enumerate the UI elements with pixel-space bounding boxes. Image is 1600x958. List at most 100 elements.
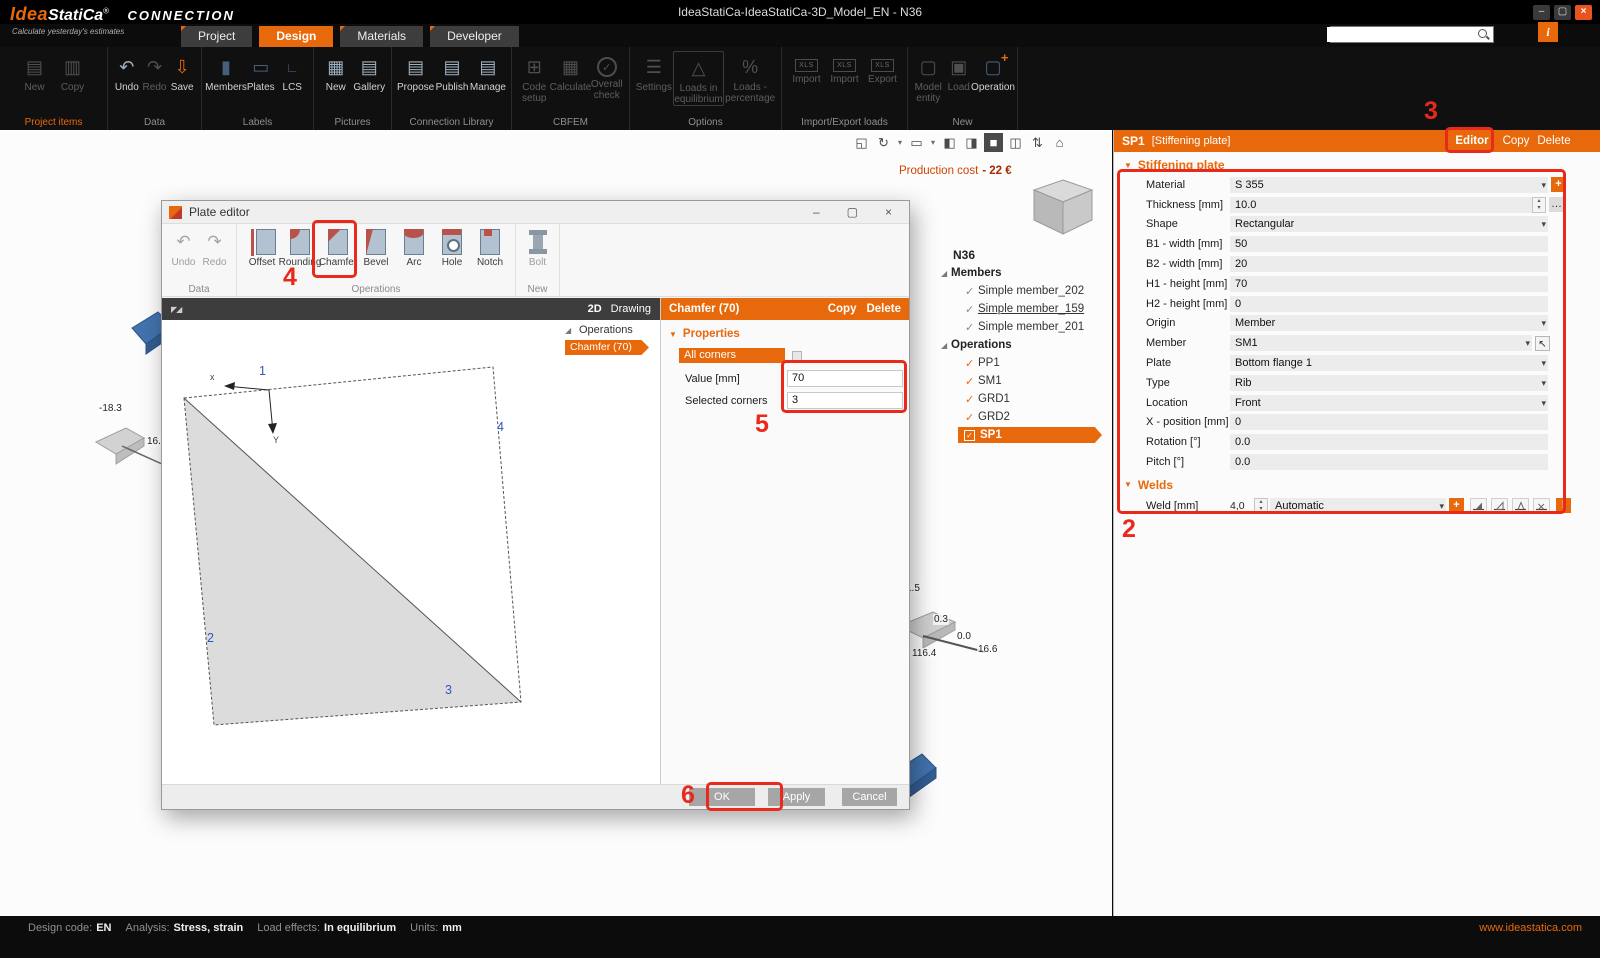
rotate-dropdown-icon[interactable]: ▾: [896, 133, 904, 152]
check-icon[interactable]: ✓: [965, 375, 978, 388]
info-icon[interactable]: i: [1538, 22, 1558, 42]
notch-button[interactable]: Notch: [471, 227, 509, 268]
check-icon[interactable]: ✓: [965, 321, 978, 334]
weld-size-stepper[interactable]: ▴▾: [1254, 498, 1268, 514]
dialog-title-bar[interactable]: Plate editor – ▢ ×: [162, 201, 909, 224]
editor-button[interactable]: Editor: [1450, 130, 1494, 152]
b2-width-input[interactable]: 20: [1230, 256, 1548, 272]
operation-button[interactable]: ▢+ Operation: [974, 51, 1012, 93]
delete-operation-button[interactable]: Delete: [1534, 130, 1574, 152]
type-select[interactable]: Rib▾: [1230, 375, 1548, 391]
loads-in-equilibrium-button[interactable]: △ Loads in equilibrium: [673, 51, 725, 106]
selected-corners-input[interactable]: 3: [787, 392, 903, 409]
add-weld-button[interactable]: +: [1449, 498, 1464, 513]
chamfer-button[interactable]: Chamfer: [319, 227, 357, 268]
new-picture-button[interactable]: ▦ New: [319, 51, 353, 93]
tree-root[interactable]: N36: [938, 246, 1110, 264]
view-cube[interactable]: [1026, 176, 1100, 240]
tab-design[interactable]: Design: [259, 26, 333, 47]
check-icon[interactable]: ✓: [965, 303, 978, 316]
stepper-up-icon[interactable]: ▴: [1255, 499, 1267, 506]
check-icon[interactable]: ✓: [965, 393, 978, 406]
loads-percentage-button[interactable]: % Loads - percentage: [724, 51, 776, 104]
tab-materials[interactable]: Materials: [340, 26, 423, 47]
stepper-down-icon[interactable]: ▾: [1533, 205, 1545, 212]
material-select[interactable]: S 355▾: [1230, 177, 1548, 193]
corner-number[interactable]: 2: [207, 631, 214, 645]
tree-item-sp1-selected[interactable]: ✓ SP1: [938, 426, 1110, 444]
all-corners-checkbox[interactable]: [792, 351, 802, 361]
model-entity-button[interactable]: ▢ Model entity: [913, 51, 944, 104]
x-position-input[interactable]: 0: [1230, 414, 1548, 430]
expander-icon[interactable]: ◢: [565, 326, 575, 335]
load-button[interactable]: ▣ Load: [944, 51, 975, 93]
dialog-maximize-icon[interactable]: ▢: [847, 205, 858, 219]
fullscreen-icon[interactable]: ◱: [852, 133, 871, 152]
mini-tree-chamfer-selected[interactable]: Chamfer (70): [565, 340, 649, 355]
weld-warning-icon[interactable]: !: [1556, 498, 1571, 513]
check-icon[interactable]: ✓: [965, 285, 978, 298]
tree-item-operation[interactable]: ✓ GRD2: [938, 408, 1110, 426]
chevron-down-icon[interactable]: ▾: [1541, 355, 1546, 371]
double-weld-icon[interactable]: [1533, 498, 1550, 513]
chamfer-value-input[interactable]: 70: [787, 370, 903, 387]
all-corners-label[interactable]: All corners: [679, 348, 785, 363]
chevron-down-icon[interactable]: ▾: [1541, 216, 1546, 232]
section-collapse-icon[interactable]: ▼: [1124, 161, 1132, 170]
chevron-down-icon[interactable]: ▾: [1525, 335, 1530, 351]
code-setup-button[interactable]: ⊞ Code setup: [517, 51, 552, 104]
expander-icon[interactable]: ◢: [941, 269, 951, 278]
expander-icon[interactable]: ◢: [941, 341, 951, 350]
maximize-icon[interactable]: ▢: [1554, 5, 1571, 20]
plate-select[interactable]: Bottom flange 1▾: [1230, 355, 1548, 371]
location-select[interactable]: Front▾: [1230, 395, 1548, 411]
xls-export-button[interactable]: XLS Export: [864, 51, 902, 85]
add-material-button[interactable]: +: [1551, 177, 1566, 192]
check-icon[interactable]: ✓: [965, 357, 978, 370]
fillet-weld-icon[interactable]: [1491, 498, 1508, 513]
mini-tree-operations[interactable]: ◢ Operations: [565, 324, 649, 336]
thickness-input[interactable]: 10.0: [1230, 197, 1532, 213]
h2-height-input[interactable]: 0: [1230, 296, 1548, 312]
copy-project-item-button[interactable]: ▥ Copy: [54, 51, 92, 93]
selected-item-banner[interactable]: ✓ SP1: [958, 427, 1102, 443]
tab-developer[interactable]: Developer: [430, 26, 519, 47]
selection-rect-icon[interactable]: ▭: [907, 133, 926, 152]
dialog-redo-button[interactable]: ↷ Redo: [199, 227, 230, 268]
tree-item-operation[interactable]: ✓ PP1: [938, 354, 1110, 372]
weld-size-value[interactable]: 4,0: [1230, 500, 1254, 512]
chevron-down-icon[interactable]: ▾: [1541, 395, 1546, 411]
dialog-close-icon[interactable]: ×: [885, 205, 892, 219]
manage-button[interactable]: ▤ Manage: [470, 51, 506, 93]
shape-select[interactable]: Rectangular▾: [1230, 216, 1548, 232]
check-icon[interactable]: ✓: [964, 430, 975, 441]
website-link[interactable]: www.ideastatica.com: [1479, 922, 1582, 934]
ok-button[interactable]: OK: [689, 788, 755, 806]
rotate-view-icon[interactable]: ↻: [874, 133, 893, 152]
section-stiffening-plate[interactable]: ▼ Stiffening plate: [1114, 152, 1600, 175]
tree-item-member[interactable]: ✓ Simple member_159: [938, 300, 1110, 318]
stepper-up-icon[interactable]: ▴: [1533, 198, 1545, 205]
origin-select[interactable]: Member▾: [1230, 315, 1548, 331]
close-icon[interactable]: ×: [1575, 5, 1592, 20]
lcs-button[interactable]: ∟ LCS: [277, 51, 309, 93]
view-side-icon[interactable]: ◨: [962, 133, 981, 152]
bolt-button[interactable]: Bolt: [522, 227, 553, 268]
fit-view-icon[interactable]: ⇅: [1028, 133, 1047, 152]
view-front-icon[interactable]: ◧: [940, 133, 959, 152]
redo-button[interactable]: ↷ Redo: [141, 51, 169, 93]
tree-item-operation[interactable]: ✓ SM1: [938, 372, 1110, 390]
plate-canvas[interactable]: 1 2 3 4 x Y ◢ Operations Chamfer (70): [162, 320, 660, 784]
pitch-input[interactable]: 0.0: [1230, 454, 1548, 470]
thickness-stepper[interactable]: ▴▾: [1532, 197, 1546, 213]
members-labels-button[interactable]: ▮ Members: [207, 51, 245, 93]
gallery-button[interactable]: ▤ Gallery: [353, 51, 387, 93]
tree-item-operation[interactable]: ✓ GRD1: [938, 390, 1110, 408]
tree-item-member[interactable]: ✓ Simple member_202: [938, 282, 1110, 300]
apply-button[interactable]: Apply: [768, 788, 825, 806]
corner-number[interactable]: 3: [445, 683, 452, 697]
home-view-icon[interactable]: ⌂: [1050, 133, 1069, 152]
rounding-button[interactable]: Rounding: [281, 227, 319, 268]
publish-button[interactable]: ▤ Publish: [434, 51, 470, 93]
bevel-button[interactable]: Bevel: [357, 227, 395, 268]
